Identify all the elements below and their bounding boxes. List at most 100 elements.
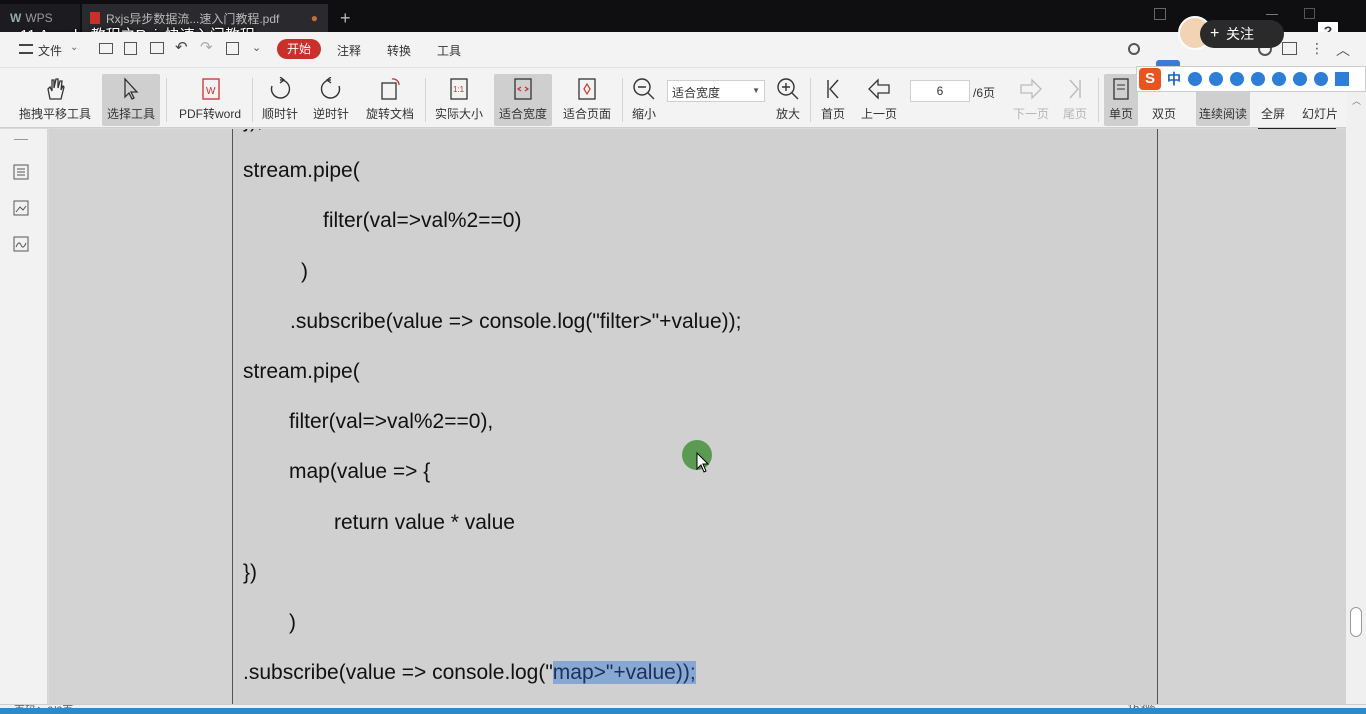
toolbar-divider [622,78,623,122]
first-page-label: 首页 [820,107,845,121]
thumbnail-icon[interactable] [12,199,30,217]
emoji-icon[interactable] [1230,72,1244,86]
maximize-icon[interactable] [1304,8,1315,19]
menu-start[interactable]: 开始 [277,39,321,59]
arrow-right-icon [1020,78,1042,100]
follow-button[interactable]: + 关注 [1200,20,1284,48]
ime-toolbar: S 中 [1136,66,1366,92]
menu-convert[interactable]: 转换 [387,42,411,59]
sogou-logo-icon[interactable]: S [1139,68,1161,90]
fit-page-button[interactable]: 适合页面 [558,74,616,126]
first-page-button[interactable]: 首页 [816,74,850,126]
rotate-document-button[interactable]: 旋转文档 [361,74,419,126]
sidebar-handle-icon[interactable] [14,139,28,140]
fit-width-label: 适合宽度 [498,107,547,121]
search-icon[interactable] [1128,43,1140,55]
comment-icon[interactable] [1282,42,1297,55]
rotate-document-label: 旋转文档 [365,107,414,121]
minimize-icon[interactable] [1266,14,1278,15]
last-page-label: 尾页 [1062,107,1087,121]
collapse-ribbon-icon[interactable]: ︿ [1336,40,1350,60]
last-page-icon [1069,79,1081,99]
print-icon[interactable] [150,42,164,54]
keyboard-icon[interactable] [1272,72,1286,86]
skin-icon[interactable] [1293,72,1307,86]
pdf-to-word-button[interactable]: W PDF转word [174,74,246,126]
rotate-clockwise-label: 顺时针 [261,107,298,121]
double-page-label: 双页 [1151,107,1176,121]
punctuation-icon[interactable] [1188,72,1202,86]
svg-text:1:1: 1:1 [453,85,465,94]
prev-page-button[interactable]: 上一页 [858,74,900,126]
cursor-arrow-icon [124,77,139,100]
undo-icon[interactable]: ↶ [175,38,188,56]
selected-text[interactable]: map>"+value)); [552,661,696,684]
zoom-out-label: 缩小 [631,107,656,121]
window-restore-icon[interactable] [1154,8,1166,20]
dropdown-arrow-icon: ▼ [752,86,760,95]
microphone-icon[interactable] [1251,72,1265,86]
code-line: .subscribe(value => console.log("filter>… [290,310,742,333]
toolbar-divider [166,78,167,122]
rotate-document-icon [381,78,400,100]
new-tab-button[interactable]: + [340,4,364,32]
menu-annotate[interactable]: 注释 [337,42,361,59]
toolbar-divider [425,78,426,122]
rotate-counterclockwise-button[interactable]: 逆时针 [309,74,353,126]
signature-icon[interactable] [12,235,30,253]
pan-tool-button[interactable]: 拖拽平移工具 [14,74,96,126]
redo-icon[interactable]: ↷ [200,38,213,56]
more-icon[interactable]: ⋮ [1310,40,1324,57]
menu-tools[interactable]: 工具 [437,42,461,59]
vertical-scrollbar[interactable]: ︿ [1346,92,1366,704]
zoom-out-icon [633,78,655,100]
scroll-up-icon[interactable]: ︿ [1352,94,1361,107]
moon-icon[interactable] [1209,72,1223,86]
zoom-in-label: 放大 [775,107,800,121]
toolbar-divider [1098,78,1099,122]
chevron-down-icon[interactable]: ⌄ [70,42,78,53]
select-tool-button[interactable]: 选择工具 [102,74,160,126]
progress-bar [0,708,1366,714]
next-page-button[interactable]: 下一页 [1010,74,1052,126]
actual-size-button[interactable]: 1:1 实际大小 [430,74,488,126]
page-number-input[interactable]: 6 [910,80,970,102]
grid-icon[interactable] [1335,72,1349,86]
hand-icon [47,78,65,100]
save-icon[interactable] [124,42,137,55]
actual-size-icon: 1:1 [450,78,468,100]
single-page-label: 单页 [1108,107,1133,121]
tab-close-icon[interactable]: ● [311,11,318,25]
continuous-reading-label: 连续阅读 [1198,107,1247,121]
pdf-to-word-icon: W [202,78,220,100]
mouse-cursor-icon [696,452,710,473]
rotate-clockwise-icon [270,77,291,99]
pdf-file-icon [90,12,100,24]
single-page-button[interactable]: 单页 [1104,74,1138,126]
fullscreen-label: 全屏 [1260,107,1285,121]
menu-icon[interactable] [19,44,33,54]
rotate-clockwise-button[interactable]: 顺时针 [258,74,302,126]
outline-icon[interactable] [12,163,30,181]
next-page-label: 下一页 [1012,107,1049,121]
zoom-out-button[interactable]: 缩小 [628,74,660,126]
actual-size-label: 实际大小 [434,107,483,121]
slideshow-label: 幻灯片 [1301,107,1338,121]
ime-language-toggle[interactable]: 中 [1167,69,1181,89]
scrollbar-thumb[interactable] [1350,607,1362,637]
fit-width-button[interactable]: 适合宽度 [494,74,552,126]
zoom-level-select[interactable]: 适合宽度 ▼ [667,80,765,102]
left-sidebar [0,129,48,704]
pan-tool-label: 拖拽平移工具 [18,107,91,121]
last-page-button[interactable]: 尾页 [1058,74,1092,126]
menu-file[interactable]: 文件 [38,42,62,59]
fit-page-label: 适合页面 [562,107,611,121]
more-chevron-icon[interactable]: ⌄ [252,41,261,54]
code-line: .subscribe(value => console.log("map>"+v… [243,661,696,685]
zoom-in-icon [777,78,799,100]
shirt-icon[interactable] [1314,72,1328,86]
open-folder-icon[interactable] [99,43,113,54]
export-icon[interactable] [226,42,239,55]
zoom-in-button[interactable]: 放大 [772,74,804,126]
prev-page-label: 上一页 [860,107,897,121]
